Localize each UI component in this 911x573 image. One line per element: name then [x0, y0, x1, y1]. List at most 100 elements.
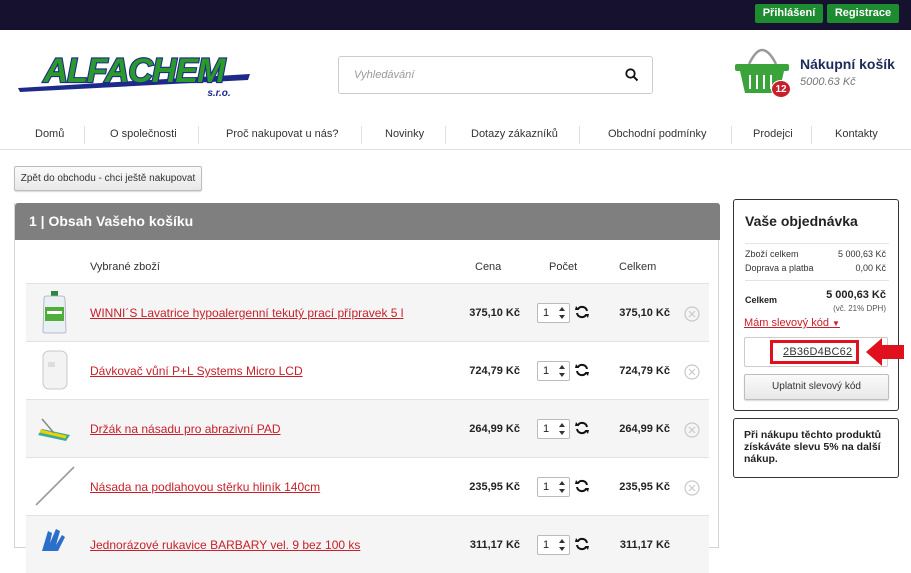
cart-item-row: Jednorázové rukavice BARBARY vel. 9 bez …: [26, 515, 709, 573]
product-link[interactable]: Držák na násadu pro abrazivní PAD: [90, 422, 281, 436]
main-nav: Domů O společnosti Proč nakupovat u nás?…: [0, 120, 911, 150]
goods-total-value: 5 000,63 Kč: [837, 249, 886, 259]
quantity-stepper[interactable]: 1: [537, 419, 570, 439]
row-total: 311,17 Kč: [619, 539, 670, 551]
spinner-arrows-icon[interactable]: [557, 421, 567, 437]
divider: [745, 243, 889, 244]
product-link[interactable]: Jednorázové rukavice BARBARY vel. 9 bez …: [90, 538, 360, 552]
nav-item-contacts[interactable]: Kontakty: [835, 128, 878, 140]
promo-box: Při nákupu těchto produktů získáváte sle…: [733, 418, 899, 478]
cart-item-row: Dávkovač vůní P+L Systems Micro LCD 724,…: [26, 341, 709, 399]
quantity-value: 1: [543, 307, 550, 319]
discount-code-toggle[interactable]: Mám slevový kód ▼: [744, 317, 840, 329]
unit-price: 724,79 Kč: [469, 365, 520, 377]
nav-item-home[interactable]: Domů: [35, 128, 64, 140]
nav-item-dealers[interactable]: Prodejci: [753, 128, 793, 140]
product-link[interactable]: WINNI´S Lavatrice hypoalergenní tekutý p…: [90, 306, 403, 320]
nav-item-terms[interactable]: Obchodní podmínky: [608, 128, 706, 140]
row-total: 375,10 Kč: [619, 307, 670, 319]
cart-count-badge: 12: [771, 80, 791, 98]
remove-item-icon[interactable]: [684, 364, 700, 380]
nav-separator: [198, 126, 199, 144]
unit-price: 264,99 Kč: [469, 423, 520, 435]
shipping-value: 0,00 Kč: [855, 263, 886, 273]
remove-item-icon[interactable]: [684, 480, 700, 496]
red-arrow-annotation: [866, 338, 904, 366]
nav-separator: [361, 126, 362, 144]
row-total: 235,95 Kč: [619, 481, 670, 493]
row-total: 264,99 Kč: [619, 423, 670, 435]
nav-separator: [445, 126, 446, 144]
nav-separator: [731, 126, 732, 144]
apply-discount-button[interactable]: Uplatnit slevový kód: [744, 374, 889, 400]
unit-price: 375,10 Kč: [469, 307, 520, 319]
quantity-stepper[interactable]: 1: [537, 361, 570, 381]
search-box: [338, 56, 653, 94]
refresh-icon[interactable]: [575, 305, 589, 319]
pad-holder-icon: [38, 418, 70, 441]
cart-item-row: WINNI´S Lavatrice hypoalergenní tekutý p…: [26, 283, 709, 341]
detergent-bottle-icon: [42, 291, 67, 334]
nav-item-why-us[interactable]: Proč nakupovat u nás?: [226, 128, 339, 140]
quantity-value: 1: [543, 539, 550, 551]
remove-item-icon[interactable]: [684, 306, 700, 322]
column-header-price: Cena: [475, 261, 502, 273]
order-total-value: 5 000,63 Kč: [826, 289, 886, 301]
column-header-item: Vybrané zboží: [90, 261, 160, 273]
order-title: Vaše objednávka: [745, 213, 858, 229]
cart-item-row: Držák na násadu pro abrazivní PAD 264,99…: [26, 399, 709, 457]
refresh-icon[interactable]: [575, 363, 589, 377]
refresh-icon[interactable]: [575, 421, 589, 435]
column-header-total: Celkem: [619, 261, 657, 273]
unit-price: 311,17 Kč: [469, 539, 520, 551]
nav-separator: [811, 126, 812, 144]
goods-total-label: Zboží celkem: [745, 249, 799, 259]
nav-item-about[interactable]: O společnosti: [110, 128, 177, 140]
quantity-value: 1: [543, 365, 550, 377]
quantity-stepper[interactable]: 1: [537, 303, 570, 323]
quantity-stepper[interactable]: 1: [537, 535, 570, 555]
cart-panel-title: 1 | Obsah Vašeho košíku: [15, 203, 720, 240]
alfachem-logo[interactable]: ALFACHEM s.r.o.: [14, 52, 254, 98]
column-header-qty: Počet: [549, 261, 578, 273]
cart-title[interactable]: Nákupní košík: [800, 56, 895, 72]
handle-icon: [35, 466, 75, 506]
remove-item-icon[interactable]: [684, 422, 700, 438]
discount-code-link[interactable]: Mám slevový kód: [744, 317, 829, 329]
product-link[interactable]: Násada na podlahovou stěrku hliník 140cm: [90, 480, 320, 494]
logo-subtitle: s.r.o.: [207, 88, 230, 98]
top-bar: Přihlášení Registrace: [0, 0, 911, 30]
order-total-label: Celkem: [745, 295, 778, 305]
search-icon[interactable]: [624, 67, 640, 83]
cart-contents-panel: 1 | Obsah Vašeho košíku Vybrané zboží Ce…: [14, 203, 720, 573]
back-to-shop-button[interactable]: Zpět do obchodu - chci ještě nakupovat: [14, 166, 202, 191]
logo-text: ALFACHEM: [43, 52, 227, 90]
quantity-stepper[interactable]: 1: [537, 477, 570, 497]
quantity-value: 1: [543, 423, 550, 435]
search-input[interactable]: [354, 66, 614, 84]
discount-code-value: 2B36D4BC62: [783, 346, 853, 358]
shipping-label: Doprava a platba: [745, 263, 814, 273]
refresh-icon[interactable]: [575, 479, 589, 493]
cart-sum: 5000.63 Kč: [800, 76, 856, 88]
row-total: 724,79 Kč: [619, 365, 670, 377]
spinner-arrows-icon[interactable]: [557, 363, 567, 379]
nav-separator: [579, 126, 580, 144]
nav-item-faq[interactable]: Dotazy zákazníků: [471, 128, 558, 140]
chevron-down-icon: ▼: [832, 319, 840, 328]
refresh-icon[interactable]: [575, 537, 589, 551]
divider: [745, 280, 889, 281]
register-button[interactable]: Registrace: [827, 4, 899, 23]
unit-price: 235,95 Kč: [469, 481, 520, 493]
login-button[interactable]: Přihlášení: [755, 4, 823, 23]
spinner-arrows-icon[interactable]: [557, 537, 567, 553]
nav-item-news[interactable]: Novinky: [385, 128, 424, 140]
product-link[interactable]: Dávkovač vůní P+L Systems Micro LCD: [90, 364, 303, 378]
order-summary: Vaše objednávka Zboží celkem 5 000,63 Kč…: [733, 199, 899, 411]
quantity-value: 1: [543, 481, 550, 493]
spinner-arrows-icon[interactable]: [557, 305, 567, 321]
cart-item-row: Násada na podlahovou stěrku hliník 140cm…: [26, 457, 709, 515]
spinner-arrows-icon[interactable]: [557, 479, 567, 495]
nav-separator: [84, 126, 85, 144]
dispenser-icon: [42, 350, 68, 390]
